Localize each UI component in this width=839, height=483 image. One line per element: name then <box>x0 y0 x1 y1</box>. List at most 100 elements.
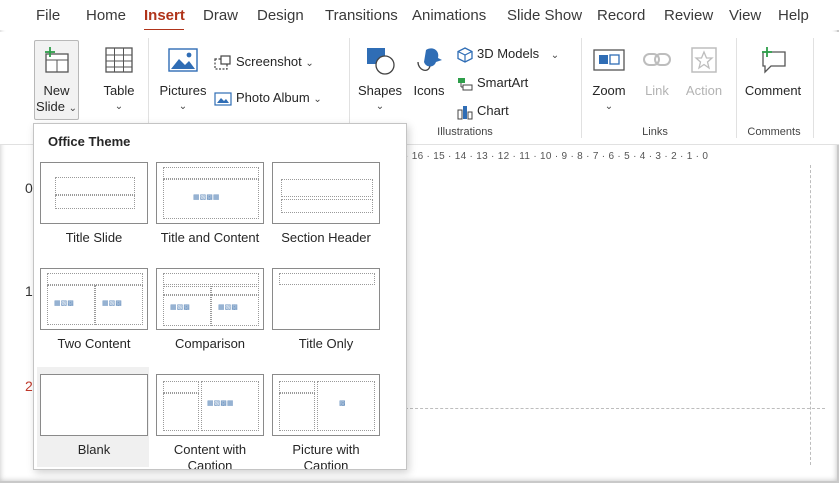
photo-album-icon <box>214 91 232 106</box>
slide-guide-line <box>405 408 825 409</box>
placeholder <box>281 199 373 213</box>
table-label: Table <box>103 83 135 98</box>
layout-label: Section Header <box>281 230 371 245</box>
new-slide-icon <box>44 47 69 73</box>
layout-label: Content with Caption <box>173 442 247 470</box>
placeholder <box>163 273 259 285</box>
layout-comparison[interactable]: ▦▧▩ ▦▧▩ Comparison <box>156 268 264 352</box>
layout-section-header[interactable]: Section Header <box>272 162 380 246</box>
layout-thumbnail <box>272 268 380 330</box>
screenshot-button[interactable]: Screenshot ⌄ <box>214 52 314 72</box>
chevron-down-icon: ⌄ <box>114 101 124 112</box>
placeholder <box>55 195 135 209</box>
group-separator <box>581 38 582 138</box>
placeholder <box>163 381 199 393</box>
comment-button[interactable]: Comment <box>742 46 804 99</box>
layout-label: Title Only <box>298 336 354 351</box>
chevron-down-icon: ⌄ <box>375 101 385 112</box>
pictures-button[interactable]: Pictures ⌄ <box>158 46 208 115</box>
link-label: Link <box>645 83 669 98</box>
link-icon <box>643 53 671 66</box>
picture-icon <box>168 48 198 72</box>
layout-thumbnail: ▩ <box>272 374 380 436</box>
chevron-down-icon: ⌄ <box>178 101 188 112</box>
chart-icon <box>457 105 473 120</box>
pictures-label: Pictures <box>159 83 207 98</box>
layout-thumbnail <box>40 162 148 224</box>
photo-album-label: Photo Album <box>236 90 310 105</box>
link-button[interactable]: Link <box>638 46 676 99</box>
table-button[interactable]: Table ⌄ <box>98 46 140 115</box>
slide-canvas[interactable] <box>405 165 811 465</box>
chevron-down-icon: ⌄ <box>305 58 314 69</box>
content-icons: ▦▧▩▦ <box>193 194 220 201</box>
table-icon <box>105 47 133 73</box>
placeholder <box>281 179 373 197</box>
cube-icon <box>457 46 473 63</box>
comment-label: Comment <box>744 83 802 98</box>
group-label-links: Links <box>642 126 668 138</box>
3d-models-button[interactable]: 3D Models ⌄ <box>457 44 559 64</box>
placeholder <box>279 393 315 431</box>
zoom-icon <box>593 49 625 71</box>
slide-number-1: 1 <box>25 283 33 299</box>
menu-design[interactable]: Design <box>257 7 304 25</box>
menu-insert[interactable]: Insert <box>144 7 185 25</box>
layout-title-only[interactable]: Title Only <box>272 268 380 352</box>
layout-title-and-content[interactable]: ▦▧▩▦ Title and Content <box>156 162 264 246</box>
layout-thumbnail <box>40 374 148 436</box>
chart-button[interactable]: Chart <box>457 101 509 121</box>
placeholder <box>163 286 211 295</box>
zoom-label: Zoom <box>592 83 626 98</box>
menu-file[interactable]: File <box>36 7 60 25</box>
menu-home[interactable]: Home <box>86 7 126 25</box>
action-button[interactable]: Action <box>683 46 725 99</box>
placeholder <box>163 393 199 431</box>
new-slide-label-line2: Slide ⌄ <box>36 99 77 114</box>
comment-icon <box>762 47 786 74</box>
layout-gallery-dropdown: Office Theme Title Slide ▦▧▩▦ Title and … <box>33 123 407 470</box>
chevron-down-icon: ⌄ <box>313 94 322 105</box>
layout-label: Title and Content <box>160 230 260 245</box>
gallery-title: Office Theme <box>48 134 131 149</box>
star-icon <box>691 47 717 73</box>
layout-two-content[interactable]: ▦▧▩ ▦▧▩ Two Content <box>40 268 148 352</box>
smartart-label: SmartArt <box>477 75 529 90</box>
menu-transitions[interactable]: Transitions <box>325 7 398 25</box>
icons-label: Icons <box>413 83 445 98</box>
content-icons: ▦▧▩ <box>102 300 122 307</box>
layout-label: Picture with Caption <box>292 442 360 470</box>
layout-thumbnail: ▦▧▩ ▦▧▩ <box>40 268 148 330</box>
layout-title-slide[interactable]: Title Slide <box>40 162 148 246</box>
group-separator <box>813 38 814 138</box>
shapes-icon <box>367 48 395 75</box>
menu-record[interactable]: Record <box>597 7 645 25</box>
layout-content-with-caption[interactable]: ▦▧▩▦ Content with Caption <box>156 374 264 470</box>
photo-album-button[interactable]: Photo Album ⌄ <box>214 88 322 108</box>
action-label: Action <box>685 83 723 98</box>
icons-button[interactable]: Icons <box>409 46 449 99</box>
shapes-button[interactable]: Shapes ⌄ <box>357 46 403 115</box>
content-icons: ▦▧▩ <box>54 300 74 307</box>
menu-help[interactable]: Help <box>778 7 809 25</box>
layout-label: Two Content <box>57 336 131 351</box>
menu-review[interactable]: Review <box>664 7 713 25</box>
layout-blank[interactable]: Blank <box>40 374 148 458</box>
3d-models-label: 3D Models <box>477 46 540 61</box>
layout-thumbnail: ▦▧▩ ▦▧▩ <box>156 268 264 330</box>
placeholder <box>279 273 375 285</box>
smartart-button[interactable]: SmartArt <box>457 73 528 93</box>
menu-view[interactable]: View <box>729 7 761 25</box>
active-tab-underline <box>144 29 184 30</box>
screenshot-label: Screenshot <box>236 54 302 69</box>
new-slide-button-content[interactable]: New Slide ⌄ <box>34 46 79 117</box>
menu-slide-show[interactable]: Slide Show <box>507 7 582 25</box>
zoom-button[interactable]: Zoom ⌄ <box>588 46 630 115</box>
layout-picture-with-caption[interactable]: ▩ Picture with Caption <box>272 374 380 470</box>
menu-draw[interactable]: Draw <box>203 7 238 25</box>
icons-icon <box>417 48 442 71</box>
new-slide-label-line1: New <box>43 83 70 98</box>
chart-label: Chart <box>477 103 509 118</box>
menu-animations[interactable]: Animations <box>412 7 486 25</box>
placeholder <box>317 381 375 431</box>
